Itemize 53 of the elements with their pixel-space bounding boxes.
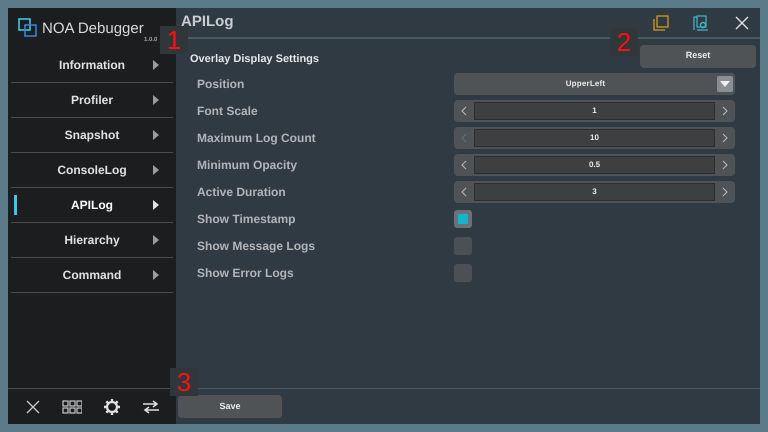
nav-item[interactable]: Command	[11, 258, 173, 292]
close-icon[interactable]	[735, 16, 749, 30]
chevron-right-icon	[722, 160, 728, 170]
arrow-right-icon	[153, 235, 159, 245]
setting-label: Font Scale	[196, 102, 259, 120]
arrow-right-icon	[153, 200, 159, 210]
chevron-left-icon	[461, 106, 467, 116]
window-icon[interactable]	[653, 14, 669, 30]
settings-icon[interactable]	[102, 398, 120, 416]
nav-item[interactable]: Information	[11, 48, 173, 82]
stepper-value[interactable]: 0.5	[474, 156, 715, 174]
save-button[interactable]: Save	[178, 395, 282, 418]
setting-label: Maximum Log Count	[196, 130, 317, 146]
stepper-value[interactable]: 3	[474, 182, 715, 200]
arrow-right-icon	[153, 130, 159, 140]
chevron-right-icon	[722, 186, 728, 196]
arrow-right-icon	[153, 165, 159, 175]
nav-item[interactable]: Snapshot	[11, 118, 173, 152]
setting-label: Show Timestamp	[196, 210, 296, 228]
checkbox[interactable]	[454, 210, 472, 228]
section-heading: Overlay Display Settings	[189, 52, 320, 67]
chevron-right-icon	[722, 106, 728, 116]
grid-icon[interactable]	[62, 400, 82, 414]
setting-label: Show Error Logs	[196, 264, 295, 282]
nav-item[interactable]: Profiler	[11, 83, 173, 117]
step-marker: 2	[610, 28, 638, 56]
checkbox[interactable]	[454, 264, 472, 282]
arrow-right-icon	[153, 270, 159, 280]
logo-icon	[18, 18, 38, 38]
setting-label: Active Duration	[196, 184, 287, 200]
nav-item[interactable]: ConsoleLog	[11, 153, 173, 187]
setting-label: Minimum Opacity	[196, 156, 298, 174]
position-dropdown[interactable]: UpperLeft	[454, 72, 735, 94]
chevron-left-icon	[461, 160, 467, 170]
gear-document-icon[interactable]	[693, 14, 709, 30]
arrow-right-icon	[153, 95, 159, 105]
app-title: NOA Debugger	[42, 20, 144, 36]
chevron-left-icon	[461, 132, 467, 142]
nav-item[interactable]: Hierarchy	[11, 223, 173, 257]
stepper-value[interactable]: 10	[474, 128, 715, 146]
arrow-right-icon	[153, 60, 159, 70]
checkbox[interactable]	[454, 236, 472, 254]
swap-icon[interactable]	[142, 400, 160, 414]
step-marker: 1	[160, 26, 188, 54]
nav-item[interactable]: APILog	[11, 188, 173, 222]
reset-button[interactable]: Reset	[640, 44, 756, 68]
setting-label: Position	[196, 76, 246, 92]
chevron-right-icon	[722, 132, 728, 142]
close-icon[interactable]	[24, 398, 40, 414]
step-marker: 3	[170, 368, 198, 396]
chevron-left-icon	[461, 186, 467, 196]
stepper-value[interactable]: 1	[474, 102, 715, 120]
setting-label: Show Message Logs	[196, 238, 316, 254]
